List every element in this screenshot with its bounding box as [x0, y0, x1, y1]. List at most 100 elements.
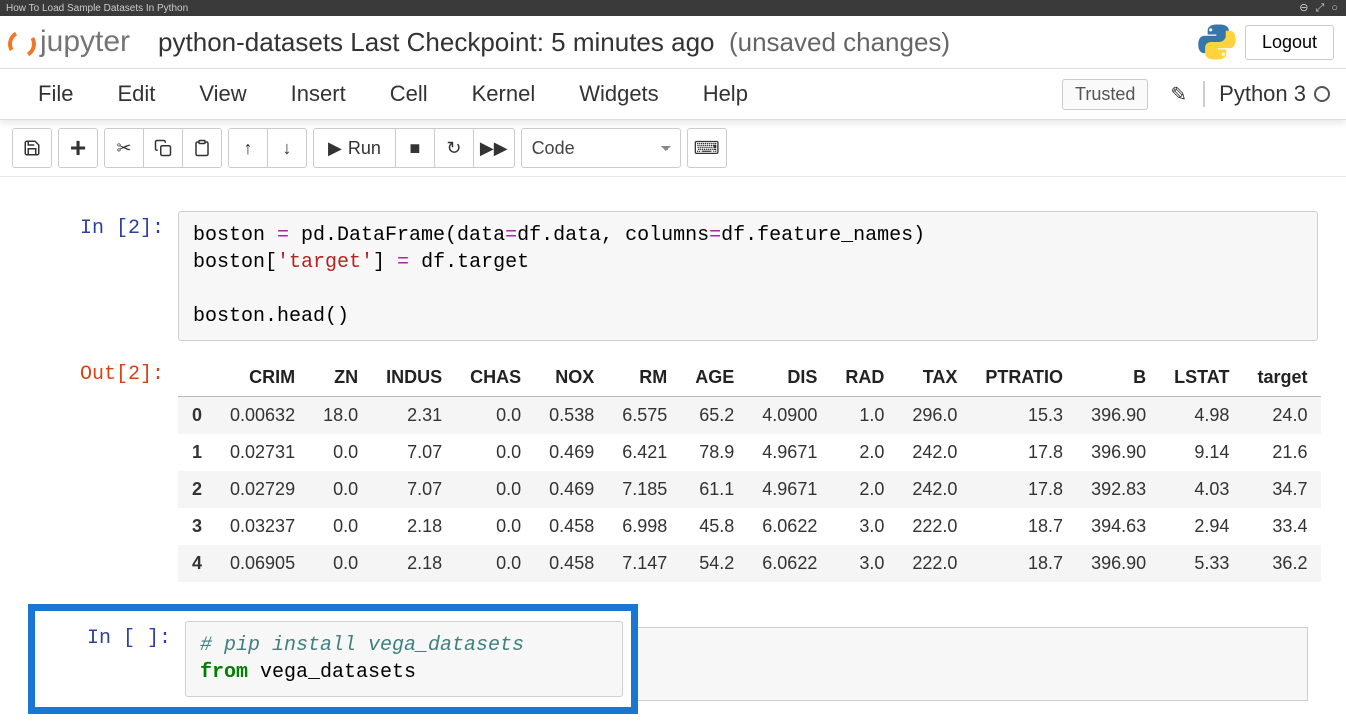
column-header: target	[1243, 359, 1321, 397]
code-input-remainder[interactable]	[638, 627, 1308, 701]
cell-value: 0.0	[309, 471, 372, 508]
cell-value: 78.9	[681, 434, 748, 471]
cell-value: 17.8	[971, 434, 1077, 471]
cell-value: 36.2	[1243, 545, 1321, 582]
column-header: DIS	[748, 359, 831, 397]
cell-value: 0.00632	[216, 397, 309, 435]
cell-value: 242.0	[898, 434, 971, 471]
restart-run-button[interactable]: ▶▶	[473, 128, 515, 168]
logout-button[interactable]: Logout	[1245, 25, 1334, 60]
row-index: 1	[178, 434, 216, 471]
menu-edit[interactable]: Edit	[95, 69, 177, 119]
command-palette-button[interactable]: ⌨	[687, 128, 727, 168]
cell-value: 45.8	[681, 508, 748, 545]
cell-value: 0.0	[456, 508, 535, 545]
toolbar: + ✂ ↑ ↓ ▶ Run ■ ↻ ▶▶ Code ⌨	[0, 120, 1346, 177]
restart-button[interactable]: ↻	[434, 128, 474, 168]
input-prompt: In [ ]:	[43, 621, 185, 697]
cell-value: 7.185	[608, 471, 681, 508]
menu-view[interactable]: View	[177, 69, 268, 119]
table-row: 40.069050.02.180.00.4587.14754.26.06223.…	[178, 545, 1321, 582]
table-row: 00.0063218.02.310.00.5386.57565.24.09001…	[178, 397, 1321, 435]
cell-value: 33.4	[1243, 508, 1321, 545]
menu-help[interactable]: Help	[681, 69, 770, 119]
cell-value: 21.6	[1243, 434, 1321, 471]
menu-file[interactable]: File	[16, 69, 95, 119]
insert-cell-button[interactable]: +	[58, 128, 98, 168]
cell-value: 34.7	[1243, 471, 1321, 508]
window-controls[interactable]: ⊖ ⤢ ○	[1299, 1, 1340, 15]
cell-value: 2.0	[831, 471, 898, 508]
cell-type-select[interactable]: Code	[521, 128, 681, 168]
menu-insert[interactable]: Insert	[269, 69, 368, 119]
cell-value: 222.0	[898, 545, 971, 582]
code-input[interactable]: boston = pd.DataFrame(data=df.data, colu…	[178, 211, 1318, 341]
cell-value: 24.0	[1243, 397, 1321, 435]
paste-button[interactable]	[182, 128, 222, 168]
row-index: 0	[178, 397, 216, 435]
input-prompt: In [2]:	[10, 211, 178, 341]
column-header: B	[1077, 359, 1160, 397]
cell-value: 222.0	[898, 508, 971, 545]
column-header: TAX	[898, 359, 971, 397]
code-input[interactable]: # pip install vega_datasets from vega_da…	[185, 621, 623, 697]
cell-value: 0.0	[456, 471, 535, 508]
cell-value: 0.06905	[216, 545, 309, 582]
code-cell[interactable]: In [ ]: # pip install vega_datasets from…	[43, 621, 623, 697]
browser-tab-strip: How To Load Sample Datasets In Python ⊖ …	[0, 0, 1346, 16]
cell-value: 396.90	[1077, 545, 1160, 582]
notebook-header: jupyter python-datasets Last Checkpoint:…	[0, 16, 1346, 68]
move-up-button[interactable]: ↑	[228, 128, 268, 168]
menu-kernel[interactable]: Kernel	[450, 69, 558, 119]
cell-value: 0.469	[535, 471, 608, 508]
cell-value: 6.998	[608, 508, 681, 545]
column-header: CHAS	[456, 359, 535, 397]
column-header: RAD	[831, 359, 898, 397]
cell-value: 396.90	[1077, 434, 1160, 471]
cell-value: 3.0	[831, 545, 898, 582]
cell-value: 61.1	[681, 471, 748, 508]
cut-button[interactable]: ✂	[104, 128, 144, 168]
cell-value: 0.0	[456, 397, 535, 435]
cell-value: 392.83	[1077, 471, 1160, 508]
cell-value: 15.3	[971, 397, 1077, 435]
cell-value: 0.469	[535, 434, 608, 471]
cell-value: 2.18	[372, 545, 456, 582]
cell-value: 17.8	[971, 471, 1077, 508]
jupyter-logo-icon	[5, 27, 39, 61]
row-index: 2	[178, 471, 216, 508]
trusted-indicator[interactable]: Trusted	[1062, 79, 1148, 110]
menu-widgets[interactable]: Widgets	[557, 69, 680, 119]
cell-value: 396.90	[1077, 397, 1160, 435]
copy-button[interactable]	[143, 128, 183, 168]
cell-value: 3.0	[831, 508, 898, 545]
python-logo-icon	[1197, 22, 1237, 62]
column-header: INDUS	[372, 359, 456, 397]
kernel-indicator[interactable]: Python 3	[1203, 81, 1330, 107]
cell-value: 0.0	[456, 434, 535, 471]
column-header: CRIM	[216, 359, 309, 397]
move-down-button[interactable]: ↓	[267, 128, 307, 168]
cell-value: 0.0	[309, 508, 372, 545]
row-index: 3	[178, 508, 216, 545]
cell-value: 4.9671	[748, 471, 831, 508]
save-button[interactable]	[12, 128, 52, 168]
edit-icon[interactable]: ✎	[1160, 82, 1197, 107]
run-button[interactable]: ▶ Run	[313, 128, 396, 168]
cell-value: 0.538	[535, 397, 608, 435]
cell-value: 65.2	[681, 397, 748, 435]
cell-value: 6.421	[608, 434, 681, 471]
code-cell[interactable]: In [2]: boston = pd.DataFrame(data=df.da…	[10, 211, 1336, 341]
interrupt-button[interactable]: ■	[395, 128, 435, 168]
cell-value: 4.9671	[748, 434, 831, 471]
browser-tab-title: How To Load Sample Datasets In Python	[6, 3, 188, 14]
notebook-name[interactable]: python-datasets Last Checkpoint: 5 minut…	[158, 27, 1197, 58]
cell-value: 296.0	[898, 397, 971, 435]
cell-value: 9.14	[1160, 434, 1243, 471]
highlighted-cell: In [ ]: # pip install vega_datasets from…	[28, 604, 638, 714]
cell-value: 18.7	[971, 508, 1077, 545]
menu-cell[interactable]: Cell	[368, 69, 450, 119]
cell-value: 242.0	[898, 471, 971, 508]
cell-value: 6.0622	[748, 545, 831, 582]
menu-bar: File Edit View Insert Cell Kernel Widget…	[0, 68, 1346, 120]
